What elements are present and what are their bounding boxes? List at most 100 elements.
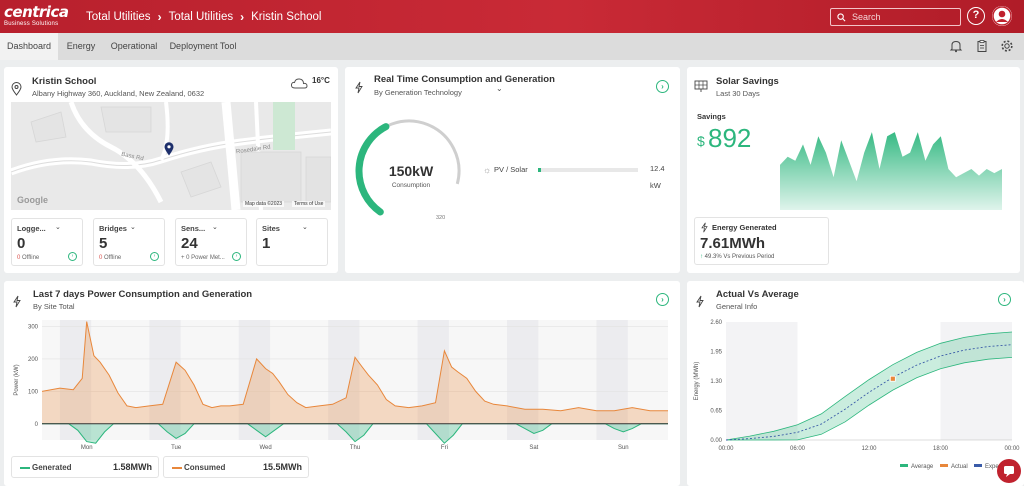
legend-generated[interactable]: Generated 1.58MWh xyxy=(11,456,159,478)
search-input[interactable] xyxy=(852,12,952,22)
user-avatar[interactable] xyxy=(992,6,1012,26)
chevron-down-icon[interactable]: ⌄ xyxy=(496,84,503,93)
savings-label: Savings xyxy=(697,112,726,121)
gauge-value: 150kW xyxy=(388,163,434,179)
solar-panel-icon xyxy=(694,80,708,92)
map-marker-icon[interactable] xyxy=(164,142,174,156)
x-tick-label: 12:00 xyxy=(861,446,877,452)
y-tick-label: 0.00 xyxy=(710,438,722,444)
power-subtitle: By Site Total xyxy=(33,302,75,311)
stat-label: Sites xyxy=(262,224,280,233)
tab-operational[interactable]: Operational xyxy=(106,33,162,60)
breadcrumb-item-2[interactable]: Total Utilities xyxy=(169,11,234,23)
energy-label: Energy Generated xyxy=(712,223,777,232)
arrow-right-icon[interactable]: › xyxy=(232,252,241,261)
breadcrumb-item-3[interactable]: Kristin School xyxy=(251,11,321,23)
lightning-icon xyxy=(696,295,704,308)
legend-value: 15.5MWh xyxy=(262,462,302,472)
tab-energy[interactable]: Energy xyxy=(60,33,102,60)
y-tick-label: 0 xyxy=(35,422,39,428)
gauge-label: Consumption xyxy=(391,182,431,189)
x-tick-label: Fri xyxy=(441,445,448,451)
tab-bar: Dashboard Energy Operational Deployment … xyxy=(0,33,1024,60)
y-tick-label: 1.30 xyxy=(710,379,722,385)
source-value: 12.4 xyxy=(650,164,665,173)
sites-stat[interactable]: Sites ⌄ 1 xyxy=(256,218,328,266)
legend-label: Average xyxy=(911,464,934,470)
chevron-right-icon: › xyxy=(157,10,162,24)
map-attribution: Map data ©2023 xyxy=(243,201,285,207)
map-terms-link[interactable]: Terms of Use xyxy=(292,201,326,207)
legend-swatch xyxy=(172,467,182,469)
chevron-right-icon: › xyxy=(240,10,245,24)
centrica-logo[interactable]: centrica Business Solutions xyxy=(4,5,69,28)
realtime-subtitle: By Generation Technology xyxy=(374,88,462,97)
search-box[interactable] xyxy=(830,8,961,26)
legend-value: 1.58MWh xyxy=(112,462,152,472)
tab-deployment-tool[interactable]: Deployment Tool xyxy=(166,33,240,60)
stat-footer: + 0 Power Met... xyxy=(181,255,225,261)
bridges-stat[interactable]: Bridges ⌄ 5 0 Offline › xyxy=(93,218,165,266)
tab-dashboard[interactable]: Dashboard xyxy=(0,33,58,60)
loggers-stat[interactable]: Logge... ⌄ 0 0 Offline › xyxy=(11,218,83,266)
breadcrumb-item-1[interactable]: Total Utilities xyxy=(86,11,151,23)
chevron-down-icon[interactable]: ⌄ xyxy=(212,223,218,231)
stat-label: Bridges xyxy=(99,224,127,233)
legend-consumed[interactable]: Consumed 15.5MWh xyxy=(163,456,309,478)
gear-icon[interactable] xyxy=(1000,39,1014,53)
stat-footer: 0 Offline xyxy=(99,255,122,261)
x-tick-label: 00:00 xyxy=(1004,446,1020,452)
stat-footer: 0 Offline xyxy=(17,255,40,261)
temperature: 16°C xyxy=(312,76,330,85)
solar-sparkline xyxy=(780,132,1002,210)
actual-title: Actual Vs Average xyxy=(716,289,799,300)
night-band xyxy=(726,322,798,440)
gauge-max: 320 xyxy=(436,215,446,221)
open-realtime-button[interactable]: › xyxy=(656,80,669,93)
stat-value: 24 xyxy=(181,235,198,252)
solar-subtitle: Last 30 Days xyxy=(716,89,760,98)
legend-name: Consumed xyxy=(184,463,226,472)
sensors-stat[interactable]: Sens... ⌄ 24 + 0 Power Met... › xyxy=(175,218,247,266)
actual-chart: 0.00 0.65 1.30 1.95 2.60 00:00 06:00 12:00 18:00… xyxy=(694,320,1020,470)
y-tick-label: 1.95 xyxy=(710,350,722,356)
x-tick-label: Sun xyxy=(618,445,629,451)
legend-name: Generated xyxy=(32,463,72,472)
y-tick-label: 200 xyxy=(28,357,39,363)
y-tick-label: 300 xyxy=(28,324,39,330)
open-actual-button[interactable]: › xyxy=(998,293,1011,306)
chevron-down-icon[interactable]: ⌄ xyxy=(130,223,136,231)
chat-icon xyxy=(1004,466,1014,477)
legend-label: Actual xyxy=(951,464,968,470)
chat-button[interactable] xyxy=(997,459,1021,483)
energy-value: 7.61MWh xyxy=(700,235,766,252)
help-icon[interactable]: ? xyxy=(967,7,985,25)
y-tick-label: 100 xyxy=(28,389,39,395)
energy-change: ↑ 49.3% Vs Previous Period xyxy=(700,254,775,260)
y-tick-label: 0.65 xyxy=(710,409,722,415)
site-map[interactable]: Bass Rd Rosedale Rd Google Map data ©202… xyxy=(11,102,331,210)
bell-icon[interactable] xyxy=(949,39,963,53)
actual-point xyxy=(889,375,896,382)
realtime-title: Real Time Consumption and Generation xyxy=(374,74,555,85)
open-power-button[interactable]: › xyxy=(656,293,669,306)
breadcrumb: Total Utilities › Total Utilities › Kris… xyxy=(86,10,321,24)
y-axis-label: Energy (MWh) xyxy=(694,362,700,401)
chevron-down-icon[interactable]: ⌄ xyxy=(302,223,308,231)
arrow-right-icon[interactable]: › xyxy=(68,252,77,261)
x-tick-label: 00:00 xyxy=(718,446,734,452)
lightning-icon xyxy=(701,222,708,233)
lightning-icon xyxy=(13,295,21,308)
source-label: PV / Solar xyxy=(494,165,528,174)
sun-icon: ☼ xyxy=(483,165,492,175)
chevron-down-icon[interactable]: ⌄ xyxy=(55,223,61,231)
lightning-icon xyxy=(355,81,363,94)
stat-value: 1 xyxy=(262,235,271,252)
x-tick-label: Wed xyxy=(259,445,271,451)
y-axis-label: Power (kW) xyxy=(14,364,20,395)
clipboard-icon[interactable] xyxy=(975,39,989,53)
arrow-right-icon[interactable]: › xyxy=(150,252,159,261)
google-logo: Google xyxy=(17,195,48,205)
x-tick-label: 06:00 xyxy=(790,446,806,452)
stat-value: 0 xyxy=(17,235,26,252)
